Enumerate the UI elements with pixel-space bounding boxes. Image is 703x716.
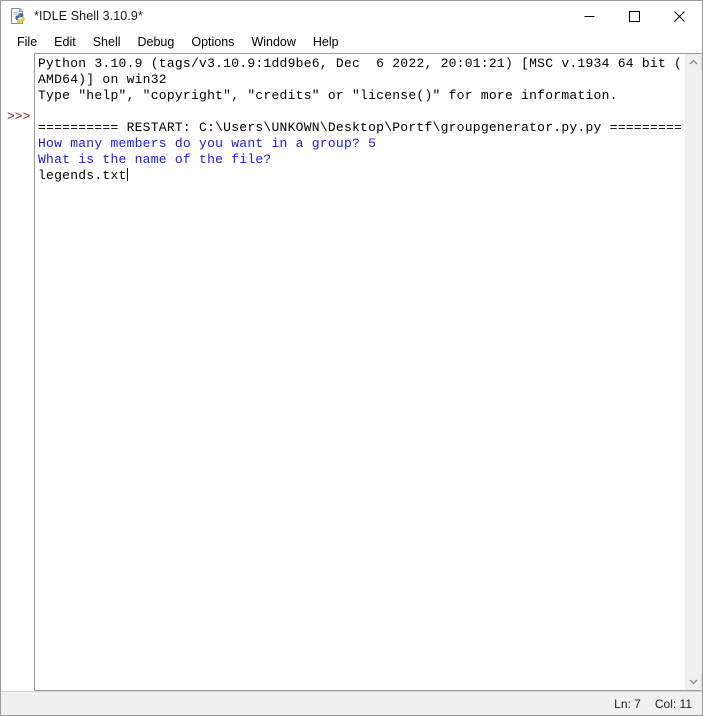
- maximize-button[interactable]: [612, 1, 657, 31]
- close-button[interactable]: [657, 1, 702, 31]
- close-icon: [674, 10, 685, 22]
- chevron-up-icon: [689, 59, 697, 65]
- scrollbar-track[interactable]: [684, 71, 702, 673]
- shell-line-input: legends.txt: [38, 168, 685, 184]
- menu-item-debug[interactable]: Debug: [130, 32, 184, 52]
- scroll-down-button[interactable]: [685, 673, 702, 690]
- shell-line-prompt-filename: What is the name of the file?: [38, 152, 272, 167]
- shell-line: Type "help", "copyright", "credits" or "…: [38, 88, 618, 103]
- prompt-gutter: >>>: [1, 53, 34, 691]
- minimize-icon: [584, 15, 595, 17]
- text-cursor: [126, 168, 128, 181]
- status-bar: Ln: 7 Col: 11: [1, 691, 702, 715]
- vertical-scrollbar[interactable]: [684, 53, 702, 691]
- shell-body: >>> Python 3.10.9 (tags/v3.10.9:1dd9be6,…: [1, 53, 702, 691]
- menu-bar: File Edit Shell Debug Options Window Hel…: [1, 31, 702, 53]
- menu-item-window[interactable]: Window: [243, 32, 304, 52]
- shell-prompt-marker: >>>: [7, 109, 31, 124]
- idle-shell-window: *IDLE Shell 3.10.9* File Edit Shell Debu…: [0, 0, 703, 716]
- status-line-number: Ln: 7: [614, 696, 641, 711]
- shell-line: AMD64)] on win32: [38, 72, 167, 87]
- gutter-edge: [1, 53, 5, 691]
- shell-line-restart: ========== RESTART: C:\Users\UNKOWN\Desk…: [38, 120, 683, 135]
- menu-item-shell[interactable]: Shell: [85, 32, 130, 52]
- shell-text-lines: Python 3.10.9 (tags/v3.10.9:1dd9be6, Dec…: [38, 56, 685, 690]
- shell-text-area[interactable]: Python 3.10.9 (tags/v3.10.9:1dd9be6, Dec…: [34, 53, 685, 691]
- shell-input-value: legends.txt: [38, 168, 127, 183]
- shell-line: Python 3.10.9 (tags/v3.10.9:1dd9be6, Dec…: [38, 56, 683, 71]
- menu-item-help[interactable]: Help: [305, 32, 348, 52]
- menu-item-edit[interactable]: Edit: [46, 32, 85, 52]
- menu-item-file[interactable]: File: [9, 32, 46, 52]
- title-bar: *IDLE Shell 3.10.9*: [1, 1, 702, 31]
- minimize-button[interactable]: [567, 1, 612, 31]
- python-file-icon: [9, 7, 27, 25]
- window-controls: [567, 1, 702, 31]
- window-title: *IDLE Shell 3.10.9*: [34, 9, 143, 23]
- shell-line-prompt-members: How many members do you want in a group?…: [38, 136, 377, 151]
- status-column-number: Col: 11: [654, 696, 692, 711]
- chevron-down-icon: [689, 679, 697, 685]
- menu-item-options[interactable]: Options: [183, 32, 243, 52]
- maximize-icon: [629, 10, 640, 22]
- scroll-up-button[interactable]: [685, 54, 702, 71]
